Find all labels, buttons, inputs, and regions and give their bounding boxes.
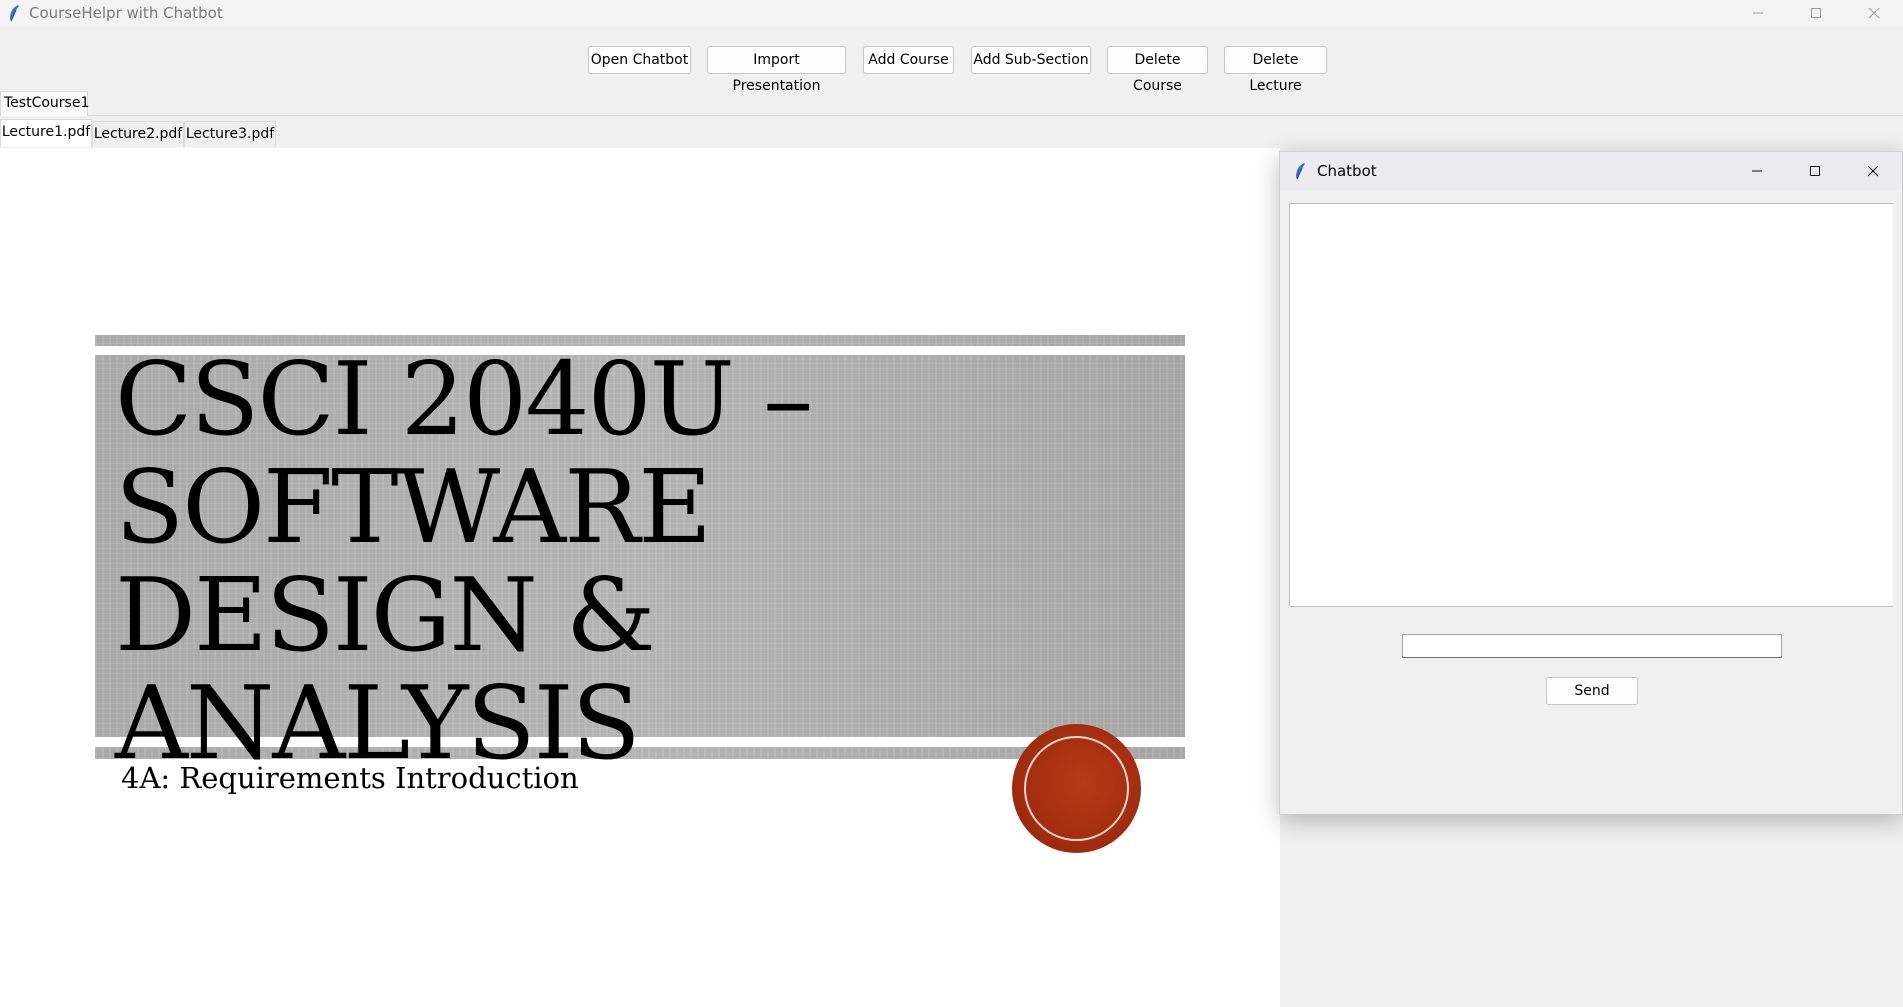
lecture-tabbar: Lecture1.pdf Lecture2.pdf Lecture3.pdf — [0, 119, 1903, 147]
close-icon — [1868, 7, 1880, 19]
chatbot-close-button[interactable] — [1844, 152, 1902, 190]
add-course-button[interactable]: Add Course — [863, 46, 954, 74]
tab-lecture1[interactable]: Lecture1.pdf — [0, 119, 92, 147]
tab-course[interactable]: TestCourse1 — [0, 91, 89, 116]
minimize-icon — [1752, 170, 1762, 172]
send-button[interactable]: Send — [1546, 677, 1638, 705]
open-chatbot-button[interactable]: Open Chatbot — [588, 46, 691, 74]
delete-course-button[interactable]: Delete Course — [1107, 46, 1208, 94]
chatbot-maximize-button[interactable] — [1786, 152, 1844, 190]
close-icon — [1867, 165, 1879, 177]
delete-lecture-button[interactable]: Delete Lecture — [1224, 46, 1327, 94]
chatbot-window: Chatbot Send — [1279, 151, 1903, 815]
main-titlebar[interactable]: CourseHelpr with Chatbot — [0, 0, 1903, 26]
minimize-button[interactable] — [1729, 0, 1787, 26]
minimize-icon — [1753, 12, 1763, 14]
slide-title-line: CSCI 2040U – — [115, 340, 814, 458]
tab-lecture2[interactable]: Lecture2.pdf — [92, 121, 184, 147]
toolbar: Open Chatbot Import Presentation Add Cou… — [0, 26, 1903, 94]
course-tabbar: TestCourse1 — [0, 89, 1903, 116]
maximize-icon — [1810, 166, 1820, 176]
tab-lecture3[interactable]: Lecture3.pdf — [184, 121, 276, 147]
chatbot-title: Chatbot — [1317, 162, 1377, 180]
maximize-button[interactable] — [1787, 0, 1845, 26]
slide-title: CSCI 2040U – Software Design & Analysis — [115, 345, 1015, 777]
close-button[interactable] — [1845, 0, 1903, 26]
maximize-icon — [1811, 8, 1821, 18]
add-subsection-button[interactable]: Add Sub-Section — [971, 46, 1091, 74]
slide-title-line: Design & — [115, 556, 656, 674]
import-presentation-button[interactable]: Import Presentation — [707, 46, 846, 94]
slide-title-line: Software — [115, 448, 712, 566]
feather-icon — [1296, 163, 1305, 180]
chatbot-minimize-button[interactable] — [1728, 152, 1786, 190]
chat-log[interactable] — [1289, 203, 1893, 607]
seal-ring — [1024, 736, 1129, 841]
slide-viewer: CSCI 2040U – Software Design & Analysis … — [0, 148, 1280, 1007]
feather-icon — [10, 5, 19, 22]
chat-input[interactable] — [1402, 634, 1782, 658]
slide-subtitle: 4A: Requirements Introduction — [121, 761, 579, 795]
window-title: CourseHelpr with Chatbot — [29, 4, 223, 22]
decorative-seal — [1012, 724, 1141, 853]
chatbot-titlebar[interactable]: Chatbot — [1280, 152, 1902, 190]
